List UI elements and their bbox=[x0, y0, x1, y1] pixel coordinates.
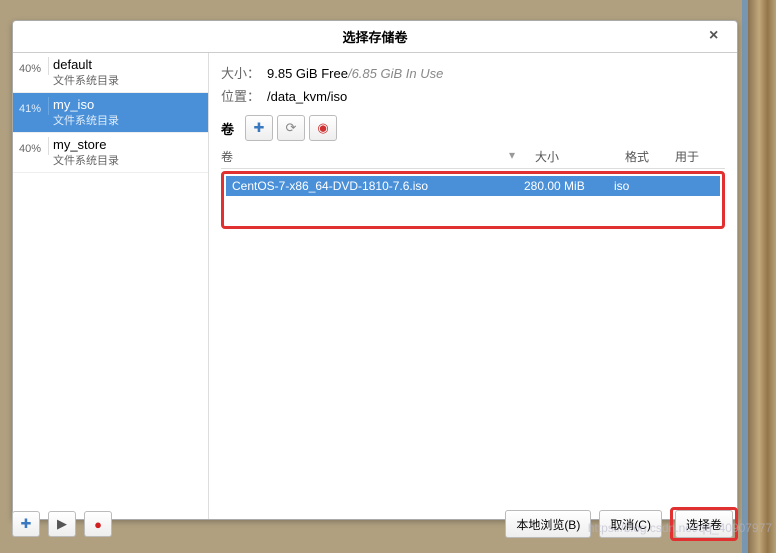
size-inuse: 6.85 GiB In Use bbox=[352, 66, 444, 81]
record-button[interactable]: ● bbox=[84, 511, 112, 537]
col-used[interactable]: 用于 bbox=[675, 148, 725, 165]
delete-volume-button[interactable]: ◉ bbox=[309, 115, 337, 141]
size-row: 大小： 9.85 GiB Free / 6.85 GiB In Use bbox=[221, 63, 725, 82]
location-row: 位置： /data_kvm/iso bbox=[221, 86, 725, 105]
col-format[interactable]: 格式 bbox=[625, 148, 675, 165]
col-size[interactable]: 大小 bbox=[535, 148, 625, 165]
dialog-title: 选择存储卷 bbox=[342, 27, 407, 46]
pool-subtitle: 文件系统目录 bbox=[53, 152, 119, 168]
pool-name: default bbox=[53, 57, 119, 72]
pool-subtitle: 文件系统目录 bbox=[53, 112, 119, 128]
dialog-titlebar: 选择存储卷 × bbox=[13, 21, 737, 53]
play-button[interactable]: ▶ bbox=[48, 511, 76, 537]
volume-format: iso bbox=[614, 179, 664, 193]
size-label: 大小： bbox=[221, 63, 267, 82]
volume-used bbox=[664, 179, 714, 193]
volume-columns: 卷 ▾ 大小 格式 用于 bbox=[221, 145, 725, 169]
close-icon[interactable]: × bbox=[709, 27, 727, 45]
sort-icon[interactable]: ▾ bbox=[509, 148, 515, 165]
volume-row-selected[interactable]: CentOS-7-x86_64-DVD-1810-7.6.iso 280.00 … bbox=[226, 176, 720, 196]
pool-sidebar: 40%default文件系统目录41%my_iso文件系统目录40%my_sto… bbox=[13, 53, 209, 519]
pool-subtitle: 文件系统目录 bbox=[53, 72, 119, 88]
highlight-annotation: CentOS-7-x86_64-DVD-1810-7.6.iso 280.00 … bbox=[221, 171, 725, 229]
add-button[interactable]: ✚ bbox=[12, 511, 40, 537]
volumes-label: 卷 bbox=[221, 119, 241, 138]
sidebar-pool-item[interactable]: 40% default文件系统目录 bbox=[13, 53, 208, 93]
watermark: https://blog.csdn.net/qq_40907977 bbox=[588, 521, 772, 535]
pool-name: my_iso bbox=[53, 97, 119, 112]
location-value: /data_kvm/iso bbox=[267, 89, 347, 104]
add-volume-button[interactable]: ✚ bbox=[245, 115, 273, 141]
browse-local-button[interactable]: 本地浏览(B) bbox=[505, 510, 591, 538]
sidebar-pool-item[interactable]: 41% my_iso文件系统目录 bbox=[13, 93, 208, 133]
refresh-button[interactable]: ⟳ bbox=[277, 115, 305, 141]
sidebar-pool-item[interactable]: 40% my_store文件系统目录 bbox=[13, 133, 208, 173]
location-label: 位置： bbox=[221, 86, 267, 105]
volume-size: 280.00 MiB bbox=[524, 179, 614, 193]
volume-toolbar: 卷 ✚ ⟳ ◉ bbox=[221, 115, 725, 141]
storage-volume-dialog: 选择存储卷 × 40%default文件系统目录41%my_iso文件系统目录4… bbox=[12, 20, 738, 520]
pool-name: my_store bbox=[53, 137, 119, 152]
volume-detail-pane: 大小： 9.85 GiB Free / 6.85 GiB In Use 位置： … bbox=[209, 53, 737, 519]
pool-percent: 40% bbox=[19, 57, 49, 75]
volume-name: CentOS-7-x86_64-DVD-1810-7.6.iso bbox=[232, 179, 524, 193]
pool-percent: 40% bbox=[19, 137, 49, 155]
size-free: 9.85 GiB Free bbox=[267, 66, 348, 81]
col-name[interactable]: 卷 bbox=[221, 148, 509, 165]
pool-percent: 41% bbox=[19, 97, 49, 115]
